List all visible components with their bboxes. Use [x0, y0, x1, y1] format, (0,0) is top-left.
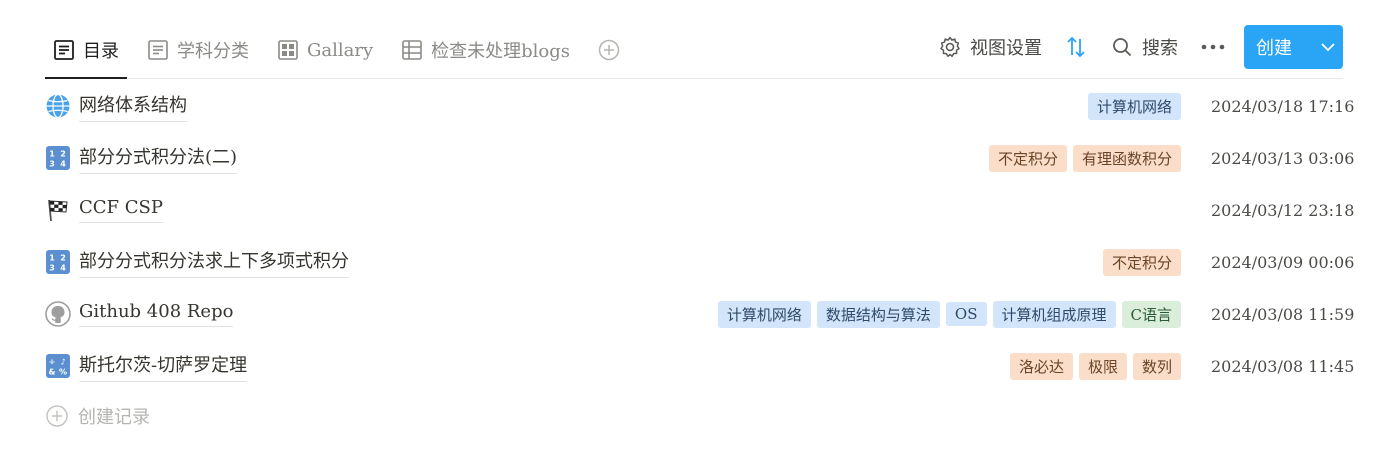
svg-text:♪: ♪ [60, 358, 65, 367]
create-record-label: 创建记录 [78, 407, 150, 428]
svg-text:4: 4 [60, 160, 66, 169]
tag-list: 不定积分 [1097, 248, 1181, 276]
globe-icon [45, 93, 71, 119]
create-button-label: 创建 [1256, 38, 1292, 59]
table-row[interactable]: 1 2 3 4 部分分式积分法(二) 不定积分 有理函数积分 2024/03/13 03:06 [45, 132, 1355, 184]
create-record-button[interactable]: 创建记录 [45, 398, 150, 434]
tag-badge[interactable]: 不定积分 [1102, 248, 1181, 276]
record-date: 2024/03/09 00:06 [1211, 252, 1355, 272]
sort-icon[interactable] [1064, 35, 1088, 59]
gear-icon [938, 35, 962, 59]
record-date: 2024/03/08 11:59 [1211, 304, 1355, 324]
table-row[interactable]: 1 2 3 4 部分分式积分法求上下多项式积分 不定积分 2024/03/09 00:06 [45, 236, 1355, 288]
list-icon [147, 39, 169, 61]
record-title[interactable]: 部分分式积分法(二) [79, 143, 238, 174]
record-meta: 计算机网络 数据结构与算法 OS 计算机组成原理 C语言 2024/03/08 11:59 [712, 288, 1355, 340]
github-icon [45, 301, 71, 327]
tab-label: 目录 [83, 41, 119, 62]
record-meta: 不定积分 2024/03/09 00:06 [1097, 236, 1355, 288]
tag-badge[interactable]: 极限 [1078, 352, 1127, 380]
record-list: 网络体系结构 计算机网络 2024/03/18 17:16 1 2 3 4 部分分式积分法(二… [45, 80, 1355, 392]
svg-text:3: 3 [49, 264, 55, 273]
svg-text:4: 4 [60, 264, 66, 273]
tag-list: 计算机网络 数据结构与算法 OS 计算机组成原理 C语言 [712, 300, 1181, 328]
svg-text:2: 2 [60, 150, 66, 159]
tab-gallary[interactable]: Gallary [269, 22, 381, 78]
svg-text:%: % [59, 368, 67, 377]
tab-catalog[interactable]: 目录 [45, 22, 127, 79]
tag-badge[interactable]: 有理函数积分 [1072, 144, 1181, 172]
table-row[interactable]: Github 408 Repo 计算机网络 数据结构与算法 OS 计算机组成原理 C语言 2… [45, 288, 1355, 340]
tab-label: 学科分类 [177, 41, 249, 62]
database-view: 目录 学科分类 Gallary 检查未处理blogs 视图设置 搜索 创建 网络… [0, 0, 1375, 451]
tag-badge[interactable]: 数据结构与算法 [816, 300, 940, 328]
record-title[interactable]: 网络体系结构 [79, 91, 187, 122]
chevron-down-icon[interactable] [1320, 39, 1336, 55]
tag-list: 洛必达 极限 数列 [1004, 352, 1181, 380]
tab-unprocessed-blogs[interactable]: 检查未处理blogs [393, 22, 578, 78]
view-settings-button[interactable]: 视图设置 [938, 34, 1042, 60]
add-view-icon[interactable] [598, 39, 620, 61]
view-toolbar: 目录 学科分类 Gallary 检查未处理blogs 视图设置 搜索 创建 [45, 22, 1343, 79]
tag-badge[interactable]: OS [945, 302, 987, 326]
view-settings-label: 视图设置 [970, 38, 1042, 59]
tag-list: 不定积分 有理函数积分 [983, 144, 1181, 172]
svg-text:&: & [49, 368, 56, 377]
toolbar-actions: 视图设置 搜索 创建 [938, 25, 1343, 69]
record-title[interactable]: 斯托尔茨-切萨罗定理 [79, 351, 248, 382]
view-tabs: 目录 学科分类 Gallary 检查未处理blogs [45, 22, 620, 79]
search-icon [1110, 35, 1134, 59]
record-date: 2024/03/18 17:16 [1211, 96, 1355, 116]
record-date: 2024/03/08 11:45 [1211, 356, 1355, 376]
table-icon [401, 39, 423, 61]
table-row[interactable]: 网络体系结构 计算机网络 2024/03/18 17:16 [45, 80, 1355, 132]
input-symbols-icon: ÷ ♪ &% [45, 353, 71, 379]
tab-label: 检查未处理blogs [431, 41, 571, 62]
tab-label: Gallary [307, 39, 374, 61]
record-meta: 计算机网络 2024/03/18 17:16 [1082, 80, 1355, 132]
tag-badge[interactable]: 计算机组成原理 [992, 300, 1116, 328]
tag-badge[interactable]: 不定积分 [988, 144, 1067, 172]
tag-badge[interactable]: 洛必达 [1009, 352, 1073, 380]
svg-text:2: 2 [60, 254, 66, 263]
tag-list: 计算机网络 [1082, 92, 1181, 120]
record-meta: 不定积分 有理函数积分 2024/03/13 03:06 [983, 132, 1355, 184]
record-date: 2024/03/12 23:18 [1211, 200, 1355, 220]
tag-badge[interactable]: 计算机网络 [717, 300, 811, 328]
checkered-flag-icon [45, 197, 71, 223]
record-title[interactable]: CCF CSP [79, 197, 163, 223]
record-title[interactable]: 部分分式积分法求上下多项式积分 [79, 247, 349, 278]
gallery-grid-icon [277, 39, 299, 61]
plus-circle-icon [45, 404, 69, 428]
more-options-icon[interactable] [1200, 35, 1226, 59]
create-button[interactable]: 创建 [1244, 25, 1343, 69]
input-numbers-icon: 1234 [45, 249, 71, 275]
input-numbers-icon: 1234 [45, 145, 71, 171]
record-meta: 2024/03/12 23:18 [1181, 184, 1355, 236]
tag-badge[interactable]: 计算机网络 [1087, 92, 1181, 120]
svg-text:1: 1 [49, 254, 55, 263]
record-date: 2024/03/13 03:06 [1211, 148, 1355, 168]
record-meta: 洛必达 极限 数列 2024/03/08 11:45 [1004, 340, 1355, 392]
search-button[interactable]: 搜索 [1110, 34, 1178, 60]
tab-subjects[interactable]: 学科分类 [139, 22, 257, 78]
table-row[interactable]: ÷ ♪ &% 斯托尔茨-切萨罗定理 洛必达 极限 数列 2024/03/08 11:45 [45, 340, 1355, 392]
tag-badge[interactable]: 数列 [1132, 352, 1181, 380]
svg-text:÷: ÷ [49, 358, 56, 367]
search-label: 搜索 [1142, 38, 1178, 59]
svg-text:1: 1 [49, 150, 55, 159]
document-lines-icon [53, 39, 75, 61]
tag-badge[interactable]: C语言 [1121, 300, 1181, 328]
table-row[interactable]: CCF CSP 2024/03/12 23:18 [45, 184, 1355, 236]
record-title[interactable]: Github 408 Repo [79, 301, 234, 327]
svg-text:3: 3 [49, 160, 55, 169]
